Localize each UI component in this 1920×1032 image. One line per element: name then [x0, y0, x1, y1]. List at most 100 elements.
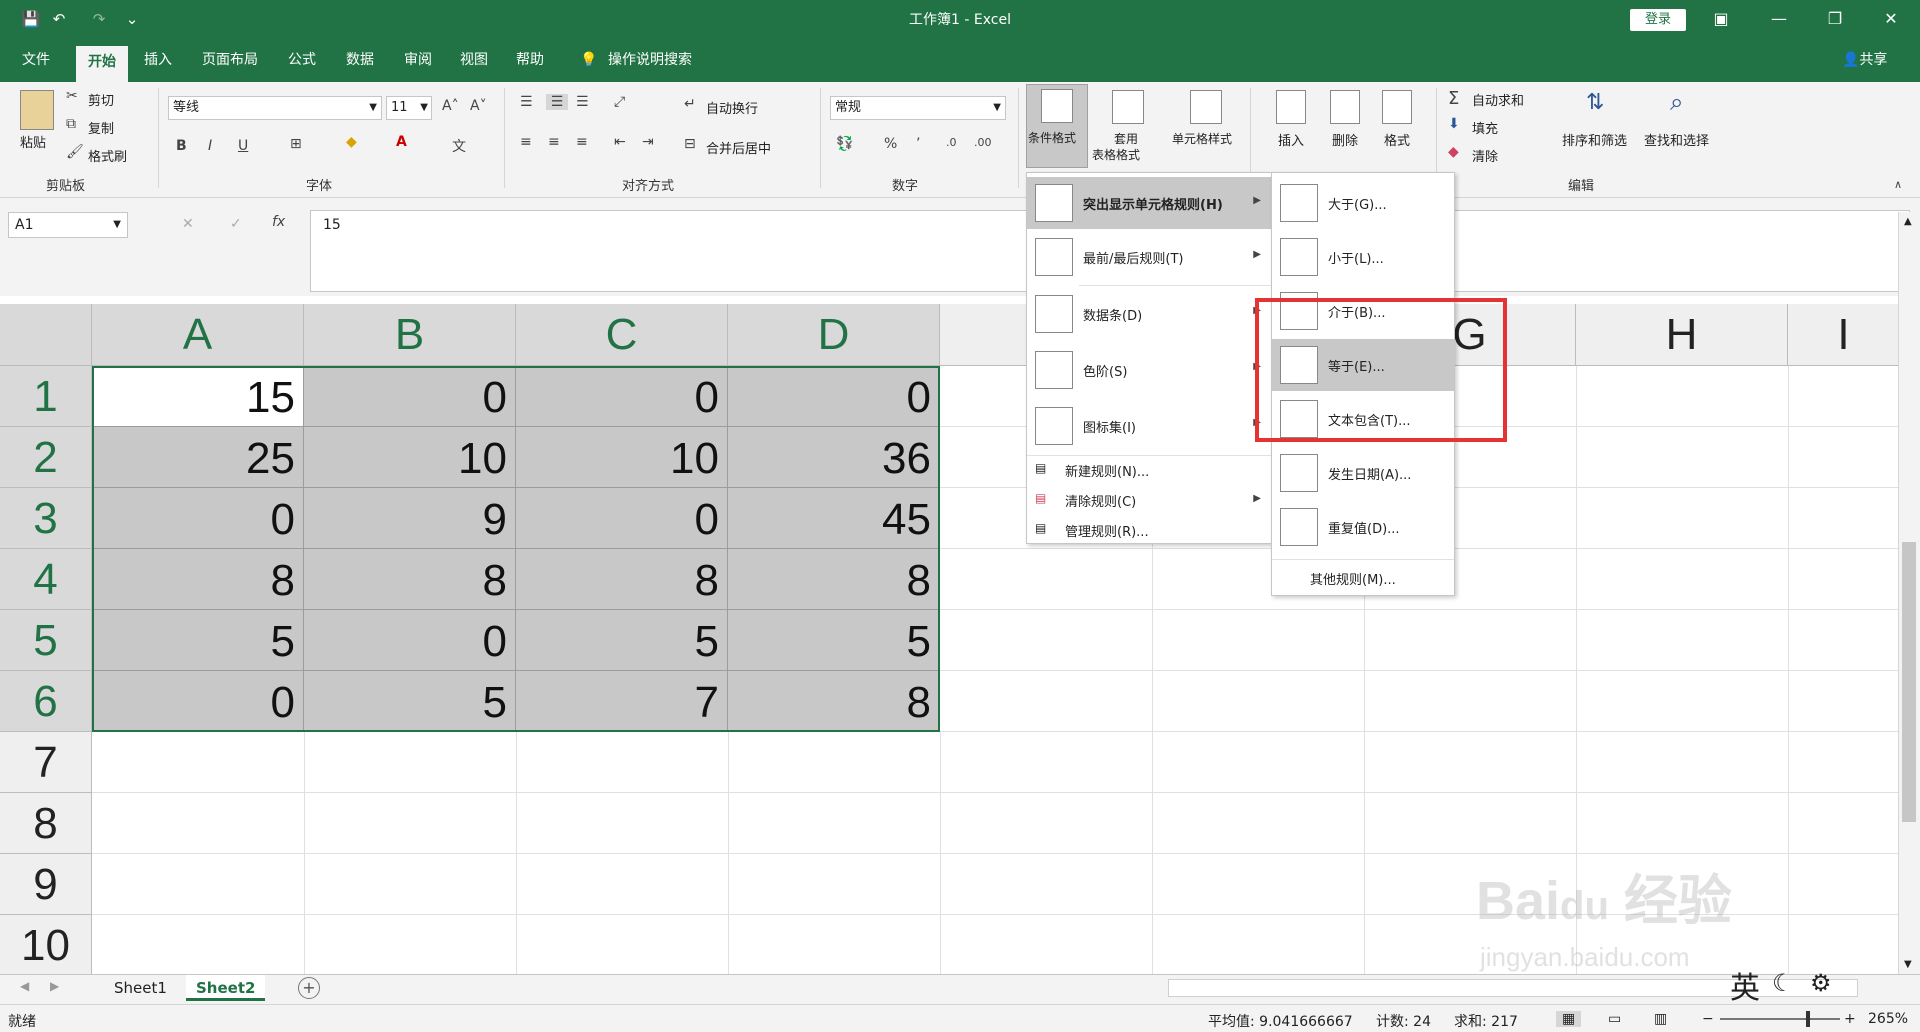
format-cells-icon[interactable]	[1382, 90, 1412, 124]
restore-icon[interactable]: ❐	[1820, 6, 1850, 32]
enter-icon[interactable]: ✓	[230, 216, 242, 232]
menu-item-duplicate-values[interactable]: 重复值(D)...	[1272, 501, 1454, 553]
tab-home[interactable]: 开始	[76, 46, 128, 82]
row-header-2[interactable]: 2	[0, 427, 92, 488]
insert-cells-icon[interactable]	[1276, 90, 1306, 124]
format-cells-button[interactable]: 格式	[1384, 130, 1410, 149]
column-header-h[interactable]: H	[1576, 304, 1788, 366]
menu-item-less-than[interactable]: 小于(L)...	[1272, 231, 1454, 283]
clear-button[interactable]: 清除	[1472, 146, 1498, 165]
zoom-slider[interactable]	[1720, 1018, 1840, 1020]
align-left-icon[interactable]: ≡	[520, 134, 532, 150]
font-color-icon[interactable]: A	[396, 134, 407, 150]
add-sheet-icon[interactable]: +	[298, 977, 320, 999]
close-icon[interactable]: ✕	[1876, 6, 1906, 32]
copy-button[interactable]: 复制	[88, 118, 114, 137]
zoom-level[interactable]: 265%	[1868, 1011, 1908, 1027]
normal-view-icon[interactable]: ▦	[1556, 1011, 1582, 1027]
fill-button[interactable]: 填充	[1472, 118, 1498, 137]
ribbon-display-icon[interactable]: ▣	[1706, 6, 1736, 32]
column-header-i[interactable]: I	[1788, 304, 1900, 366]
currency-icon[interactable]: 💱	[836, 136, 853, 152]
page-layout-view-icon[interactable]: ▭	[1608, 1011, 1621, 1027]
cancel-icon[interactable]: ✕	[182, 216, 194, 232]
row-header-9[interactable]: 9	[0, 854, 92, 915]
menu-item-icon-sets[interactable]: 图标集(I) ▶	[1027, 399, 1271, 453]
font-name-select[interactable]: 等线 ▼	[168, 96, 382, 120]
underline-button[interactable]: U	[238, 138, 248, 154]
select-all-corner[interactable]	[0, 304, 92, 366]
sheet-tab-sheet2[interactable]: Sheet2	[186, 975, 266, 1001]
tab-page-layout[interactable]: 页面布局	[202, 50, 258, 70]
row-header-4[interactable]: 4	[0, 549, 92, 610]
row-header-8[interactable]: 8	[0, 793, 92, 854]
align-top-icon[interactable]: ☰	[520, 94, 533, 110]
find-select-button[interactable]: 查找和选择	[1644, 130, 1709, 149]
row-header-1[interactable]: 1	[0, 366, 92, 427]
tab-data[interactable]: 数据	[346, 50, 374, 70]
row-header-5[interactable]: 5	[0, 610, 92, 671]
row-header-3[interactable]: 3	[0, 488, 92, 549]
format-as-table-label[interactable]: 套用	[1114, 130, 1138, 147]
zoom-slider-thumb[interactable]	[1806, 1011, 1810, 1027]
scroll-next-sheet-icon[interactable]: ▶	[50, 979, 59, 993]
moon-icon[interactable]: ☾	[1772, 969, 1794, 997]
row-header-10[interactable]: 10	[0, 915, 92, 974]
align-bottom-icon[interactable]: ☰	[576, 94, 589, 110]
grow-font-icon[interactable]: A˄	[442, 98, 459, 114]
menu-item-color-scales[interactable]: 色阶(S) ▶	[1027, 343, 1271, 397]
tab-formulas[interactable]: 公式	[288, 50, 316, 70]
autosum-button[interactable]: 自动求和	[1472, 90, 1524, 109]
zoom-out-icon[interactable]: −	[1702, 1011, 1714, 1027]
increase-decimal-icon[interactable]: .0	[946, 136, 957, 149]
tab-help[interactable]: 帮助	[516, 50, 544, 70]
ime-language-indicator[interactable]: 英	[1730, 963, 1760, 1007]
menu-item-date-occurring[interactable]: 发生日期(A)...	[1272, 447, 1454, 499]
column-header-b[interactable]: B	[304, 304, 516, 366]
column-header-c[interactable]: C	[516, 304, 728, 366]
menu-item-highlight-rules[interactable]: 突出显示单元格规则(H) ▶	[1027, 177, 1271, 229]
scroll-down-icon[interactable]: ▼	[1904, 959, 1912, 970]
collapse-ribbon-icon[interactable]: ∧	[1894, 178, 1902, 191]
tab-file[interactable]: 文件	[22, 50, 50, 70]
scrollbar-thumb[interactable]	[1902, 542, 1916, 822]
menu-item-greater-than[interactable]: 大于(G)...	[1272, 177, 1454, 229]
paste-button[interactable]: 粘贴	[20, 132, 46, 151]
increase-indent-icon[interactable]: ⇥	[642, 134, 654, 150]
shrink-font-icon[interactable]: A˅	[470, 98, 487, 114]
sort-filter-button[interactable]: 排序和筛选	[1562, 130, 1627, 149]
share-button[interactable]: 👤共享	[1842, 50, 1887, 70]
scroll-prev-sheet-icon[interactable]: ◀	[20, 979, 29, 993]
sheet-tab-sheet1[interactable]: Sheet1	[104, 975, 177, 1001]
align-center-icon[interactable]: ≡	[548, 134, 560, 150]
column-header-a[interactable]: A	[92, 304, 304, 366]
gear-icon[interactable]: ⚙	[1810, 969, 1832, 997]
comma-button[interactable]: ’	[916, 136, 920, 152]
cell-styles-icon[interactable]	[1190, 90, 1222, 124]
number-format-select[interactable]: 常规 ▼	[830, 96, 1006, 120]
zoom-in-icon[interactable]: +	[1844, 1011, 1856, 1027]
cell-styles-label[interactable]: 单元格样式	[1172, 130, 1232, 147]
tab-insert[interactable]: 插入	[144, 50, 172, 70]
percent-button[interactable]: %	[884, 136, 897, 152]
cut-button[interactable]: 剪切	[88, 90, 114, 109]
menu-item-data-bars[interactable]: 数据条(D) ▶	[1027, 287, 1271, 341]
tab-review[interactable]: 审阅	[404, 50, 432, 70]
name-box[interactable]: A1 ▼	[8, 212, 128, 238]
bold-button[interactable]: B	[176, 138, 187, 154]
scroll-up-icon[interactable]: ▲	[1904, 216, 1912, 227]
find-select-icon[interactable]: ⌕	[1670, 88, 1683, 116]
delete-cells-icon[interactable]	[1330, 90, 1360, 124]
orientation-icon[interactable]: ⤢	[614, 94, 625, 110]
menu-item-more-rules[interactable]: 其他规则(M)...	[1272, 569, 1454, 589]
sort-filter-icon[interactable]: ⇅	[1586, 90, 1604, 115]
italic-button[interactable]: I	[208, 138, 212, 154]
phonetic-icon[interactable]: 文	[452, 136, 466, 156]
align-right-icon[interactable]: ≡	[576, 134, 588, 150]
align-middle-icon[interactable]: ☰	[546, 94, 568, 110]
menu-item-new-rule[interactable]: ▤ 新建规则(N)...	[1027, 461, 1271, 481]
menu-item-manage-rules[interactable]: ▤ 管理规则(R)...	[1027, 521, 1271, 541]
font-size-select[interactable]: 11 ▼	[386, 96, 432, 120]
conditional-format-button[interactable]: 条件格式	[1026, 84, 1088, 168]
tab-view[interactable]: 视图	[460, 50, 488, 70]
